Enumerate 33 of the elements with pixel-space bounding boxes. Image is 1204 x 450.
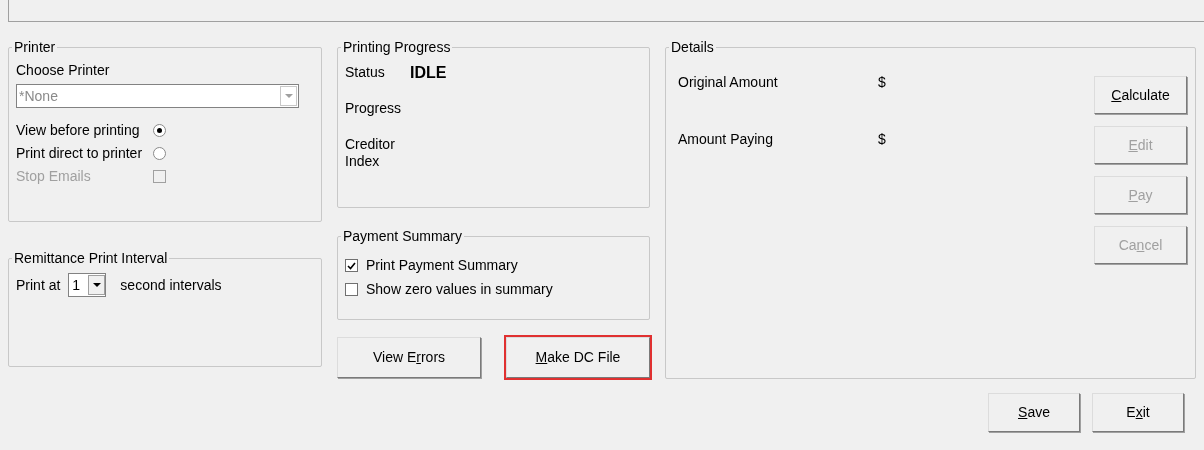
radio-button[interactable]: [153, 124, 166, 137]
radio-button[interactable]: [153, 147, 166, 160]
dropdown-arrow-icon: [92, 283, 101, 287]
amount-label: Original Amount: [678, 73, 779, 92]
group-title: Printer: [13, 38, 57, 57]
checkbox[interactable]: [345, 283, 358, 296]
status-label: Progress: [345, 100, 403, 117]
amount-value: $: [878, 130, 886, 149]
dropdown-arrow-icon: [284, 94, 293, 98]
interval-suffix: second intervals: [120, 275, 222, 295]
button[interactable]: Make DC File: [506, 337, 650, 378]
status-label: Creditor Index: [345, 136, 396, 170]
button[interactable]: Calculate: [1094, 76, 1187, 114]
button[interactable]: Exit: [1092, 393, 1184, 432]
button[interactable]: View Errors: [337, 337, 481, 378]
option-label: View before printing: [16, 121, 141, 140]
status-label: Status: [345, 64, 386, 81]
amount-value: $: [878, 73, 886, 92]
interval-prefix: Print at: [16, 275, 61, 295]
interval-select[interactable]: 1: [68, 273, 107, 297]
status-value: IDLE: [410, 64, 447, 81]
checkbox-label: Show zero values in summary: [366, 280, 553, 299]
field-label: Choose Printer: [16, 61, 111, 80]
group-title: Payment Summary: [342, 227, 464, 246]
group-title: Remittance Print Interval: [13, 249, 169, 268]
option-label: Print direct to printer: [16, 144, 144, 163]
option-label: Stop Emails: [16, 167, 92, 186]
amount-label: Amount Paying: [678, 130, 774, 149]
checkbox-label: Print Payment Summary: [366, 256, 518, 275]
button[interactable]: Save: [988, 393, 1080, 432]
group-title: Details: [670, 38, 715, 57]
checkbox[interactable]: [345, 259, 358, 272]
group-title: Printing Progress: [342, 38, 452, 57]
